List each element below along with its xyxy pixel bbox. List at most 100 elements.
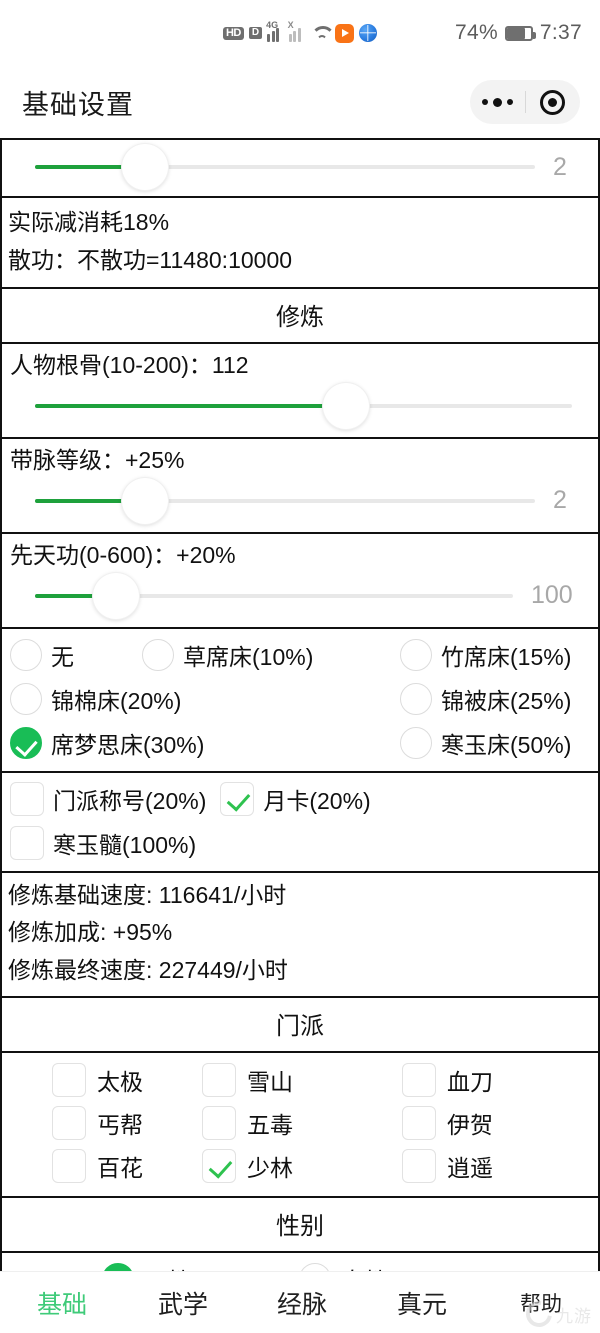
tab-jingmai[interactable]: 经脉 [242,1285,362,1321]
panel-consumption-info: 实际减消耗18% 散功：不散功=11480:10000 [0,196,600,288]
slider-thumb[interactable] [93,572,140,619]
checkbox-icon[interactable] [402,1149,436,1184]
bed-option-jinmian[interactable]: 锦棉床(20%) [10,682,400,716]
sect-option-label: 伊贺 [447,1112,493,1139]
checkbox-icon[interactable] [52,1106,86,1141]
checkbox-icon[interactable] [220,781,255,816]
buff-option-menpaichenghao[interactable]: 门派称号(20%) [10,781,206,816]
app-header: 基础设置 [0,66,600,138]
slider-track[interactable] [35,383,572,430]
more-menu-button[interactable] [470,80,525,124]
checkbox-icon[interactable] [402,1106,436,1141]
sect-option-shaolin[interactable]: 少林 [202,1149,402,1184]
slider-thumb[interactable] [323,383,370,430]
bed-row: 锦棉床(20%) 锦被床(25%) [2,677,598,721]
slider-track[interactable] [35,572,513,619]
row-daimai: 带脉等级：+25% 2 [2,439,598,534]
page-title: 基础设置 [22,89,134,120]
close-miniapp-button[interactable] [526,80,581,124]
slider-track[interactable] [35,477,535,524]
bed-option-caoxi[interactable]: 草席床(10%) [142,638,400,672]
tab-wuxue[interactable]: 武学 [124,1285,242,1321]
slider-daimai[interactable]: 2 [2,476,598,532]
sect-option-label: 雪山 [247,1069,293,1096]
radio-icon[interactable] [10,726,42,759]
checkbox-icon[interactable] [10,781,44,816]
slider-track-wrap[interactable] [35,383,572,430]
sect-option-label: 血刀 [447,1069,493,1096]
section-title-xiulian: 修炼 [276,304,324,332]
radio-icon[interactable] [400,726,432,759]
row-sect-options: 太极 雪山 血刀 丐帮 五毒 伊贺 百花 少林 逍遥 [2,1053,598,1196]
buff-option-hanyusui[interactable]: 寒玉髓(100%) [10,825,197,860]
data-icon: D [248,27,263,39]
panel-top-slider: 2 [0,138,600,196]
consumption-info-row: 实际减消耗18% 散功：不散功=11480:10000 [2,198,598,287]
radio-icon[interactable] [400,682,432,715]
bottom-tab-bar: 基础 武学 经脉 真元 帮助 [0,1271,600,1333]
bed-option-ximengsi[interactable]: 席梦思床(30%) [10,726,400,760]
buff-option-label: 寒玉髓(100%) [53,831,197,858]
buff-option-label: 月卡(20%) [263,787,371,814]
status-bar-icons: HD D 4G X [222,19,378,43]
sect-option-xuedao[interactable]: 血刀 [402,1063,598,1098]
settings-content: 2 实际减消耗18% 散功：不散功=11480:10000 修炼 人物根骨(10… [0,138,600,1307]
sect-option-yihe[interactable]: 伊贺 [402,1106,598,1141]
row-buff-options: 门派称号(20%) 月卡(20%) 寒玉髓(100%) [2,773,598,873]
sect-option-wudu[interactable]: 五毒 [202,1106,402,1141]
radio-icon[interactable] [10,682,42,715]
tab-bangzhu[interactable]: 帮助 [482,1288,600,1318]
slider-fill [35,404,347,409]
checkbox-icon[interactable] [202,1106,236,1141]
sect-option-label: 丐帮 [97,1112,143,1139]
checkbox-icon[interactable] [52,1149,86,1184]
bed-option-jinbei[interactable]: 锦被床(25%) [400,682,598,716]
tab-zhenyuan[interactable]: 真元 [362,1285,482,1321]
bed-row: 无 草席床(10%) 竹席床(15%) [2,633,598,677]
final-speed-label: 修炼最终速度: 227449/小时 [8,956,288,983]
bed-option-label: 草席床(10%) [183,643,314,670]
radio-icon[interactable] [400,638,432,671]
radio-icon[interactable] [142,638,174,671]
slider-thumb[interactable] [122,144,168,190]
slider-xiantian[interactable]: 100 [2,571,598,627]
checkbox-icon[interactable] [10,825,44,860]
network-type-label: 4G [266,19,279,30]
slider-row-top: 2 [2,140,598,196]
panel-menpai: 门派 太极 雪山 血刀 丐帮 五毒 伊贺 百花 少林 逍遥 [0,995,600,1196]
checkbox-icon[interactable] [202,1149,236,1184]
bed-option-hanyu[interactable]: 寒玉床(50%) [400,726,598,760]
slider-top-partial[interactable]: 2 [2,140,598,196]
sect-option-gaibang[interactable]: 丐帮 [2,1106,202,1141]
slider-value-label: 100 [531,581,573,610]
sect-option-xueshan[interactable]: 雪山 [202,1063,402,1098]
clock-label: 7:37 [539,21,582,44]
sect-option-baihua[interactable]: 百花 [2,1149,202,1184]
sect-option-taiji[interactable]: 太极 [2,1063,202,1098]
section-title-xingbie: 性别 [276,1212,324,1240]
buff-option-yueka[interactable]: 月卡(20%) [220,781,371,816]
bed-option-zhuxi[interactable]: 竹席床(15%) [400,638,598,672]
slider-track-wrap[interactable] [35,144,535,190]
no-service-label: X [287,19,294,30]
sect-checkbox-grid: 太极 雪山 血刀 丐帮 五毒 伊贺 百花 少林 逍遥 [2,1053,598,1196]
buff-row: 门派称号(20%) 月卡(20%) [2,777,598,821]
ellipsis-icon [481,97,513,107]
checkbox-icon[interactable] [402,1063,436,1098]
bed-option-label: 席梦思床(30%) [51,731,205,758]
row-xiantian: 先天功(0-600)：+20% 100 [2,534,598,629]
slider-gengu[interactable] [2,381,598,437]
battery-percent-label: 74% [454,21,498,44]
slider-thumb[interactable] [122,477,168,524]
slider-track[interactable] [35,144,535,190]
bed-option-none[interactable]: 无 [10,638,142,672]
checkbox-icon[interactable] [202,1063,236,1098]
slider-track-wrap[interactable] [35,477,535,524]
tab-jichu[interactable]: 基础 [0,1285,124,1321]
row-speed-stats: 修炼基础速度: 116641/小时 修炼加成: +95% 修炼最终速度: 227… [2,873,598,996]
slider-track-wrap[interactable] [35,572,513,619]
radio-icon[interactable] [10,638,42,671]
sect-option-label: 少林 [247,1155,293,1182]
sect-option-xiaoyao[interactable]: 逍遥 [402,1149,598,1184]
checkbox-icon[interactable] [52,1063,86,1098]
